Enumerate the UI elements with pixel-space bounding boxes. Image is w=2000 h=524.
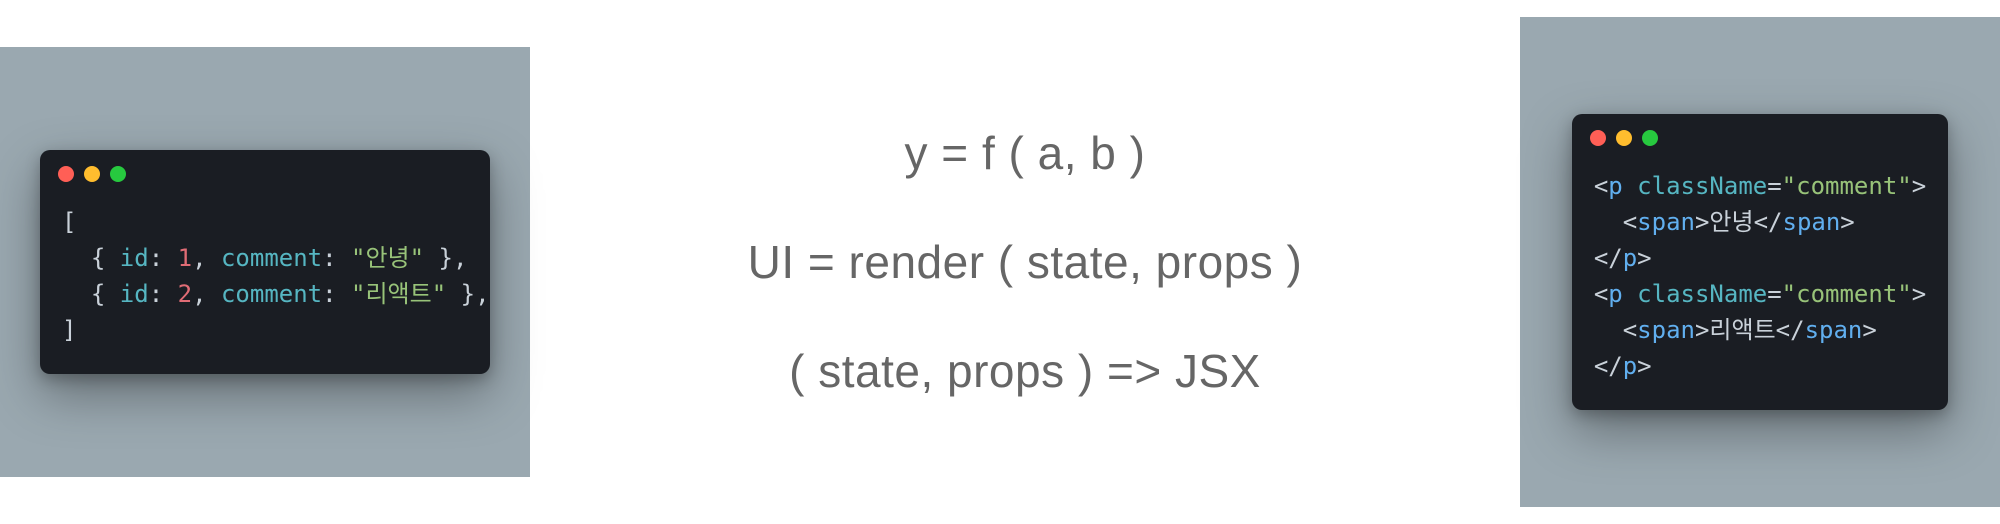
code-obj-open: { (62, 244, 120, 272)
terminal-header (1572, 114, 1948, 154)
code-obj-close: }, (424, 244, 467, 272)
code-bracket-close: ] (62, 316, 76, 344)
code-attr: className (1637, 280, 1767, 308)
right-code-body: <p className="comment"> <span>안녕</span> … (1572, 154, 1948, 410)
code-sp (1623, 280, 1637, 308)
left-terminal: [ { id: 1, comment: "안녕" }, { id: 2, com… (40, 150, 490, 374)
code-colon: : (149, 244, 178, 272)
code-lt: </ (1594, 244, 1623, 272)
code-text: 리액트 (1709, 316, 1775, 344)
code-lt: < (1623, 208, 1637, 236)
code-obj-close: }, (446, 280, 489, 308)
code-gt: > (1912, 280, 1926, 308)
code-bracket-open: [ (62, 208, 76, 236)
code-obj-open: { (62, 280, 120, 308)
code-gt: > (1637, 244, 1651, 272)
code-tag: p (1608, 280, 1622, 308)
maximize-icon (110, 166, 126, 182)
left-code-body: [ { id: 1, comment: "안녕" }, { id: 2, com… (40, 190, 490, 374)
code-comma: , (192, 244, 221, 272)
code-tag: p (1623, 244, 1637, 272)
code-eq: = (1767, 280, 1781, 308)
code-lt: </ (1776, 316, 1805, 344)
minimize-icon (1616, 130, 1632, 146)
center-formulas: y = f ( a, b ) UI = render ( state, prop… (530, 126, 1520, 398)
code-lt: </ (1594, 352, 1623, 380)
code-gt: > (1862, 316, 1876, 344)
close-icon (1590, 130, 1606, 146)
code-tag: span (1805, 316, 1863, 344)
maximize-icon (1642, 130, 1658, 146)
code-number: 2 (178, 280, 192, 308)
code-tag: p (1623, 352, 1637, 380)
formula-1: y = f ( a, b ) (905, 126, 1146, 180)
right-terminal: <p className="comment"> <span>안녕</span> … (1572, 114, 1948, 410)
code-attr: className (1637, 172, 1767, 200)
close-icon (58, 166, 74, 182)
code-text: 안녕 (1709, 208, 1753, 236)
left-panel: [ { id: 1, comment: "안녕" }, { id: 2, com… (0, 47, 530, 477)
code-lt: </ (1754, 208, 1783, 236)
formula-3: ( state, props ) => JSX (789, 344, 1261, 398)
code-colon: : (149, 280, 178, 308)
formula-2: UI = render ( state, props ) (748, 235, 1303, 289)
right-panel: <p className="comment"> <span>안녕</span> … (1520, 17, 2000, 507)
code-string: "리액트" (351, 280, 446, 308)
code-gt: > (1695, 316, 1709, 344)
code-gt: > (1637, 352, 1651, 380)
code-tag: span (1637, 316, 1695, 344)
code-attrval: "comment" (1782, 172, 1912, 200)
code-eq: = (1767, 172, 1781, 200)
code-key: id (120, 280, 149, 308)
code-attrval: "comment" (1782, 280, 1912, 308)
code-comma: , (192, 280, 221, 308)
code-number: 1 (178, 244, 192, 272)
code-lt: < (1594, 280, 1608, 308)
code-string: "안녕" (351, 244, 424, 272)
code-key: comment (221, 244, 322, 272)
code-colon: : (322, 244, 351, 272)
code-colon: : (322, 280, 351, 308)
code-lt: < (1623, 316, 1637, 344)
terminal-header (40, 150, 490, 190)
code-indent (1594, 208, 1623, 236)
code-gt: > (1695, 208, 1709, 236)
code-key: comment (221, 280, 322, 308)
code-tag: span (1783, 208, 1841, 236)
code-tag: span (1637, 208, 1695, 236)
code-gt: > (1840, 208, 1854, 236)
minimize-icon (84, 166, 100, 182)
code-indent (1594, 316, 1623, 344)
code-lt: < (1594, 172, 1608, 200)
code-tag: p (1608, 172, 1622, 200)
code-sp (1623, 172, 1637, 200)
code-gt: > (1912, 172, 1926, 200)
code-key: id (120, 244, 149, 272)
